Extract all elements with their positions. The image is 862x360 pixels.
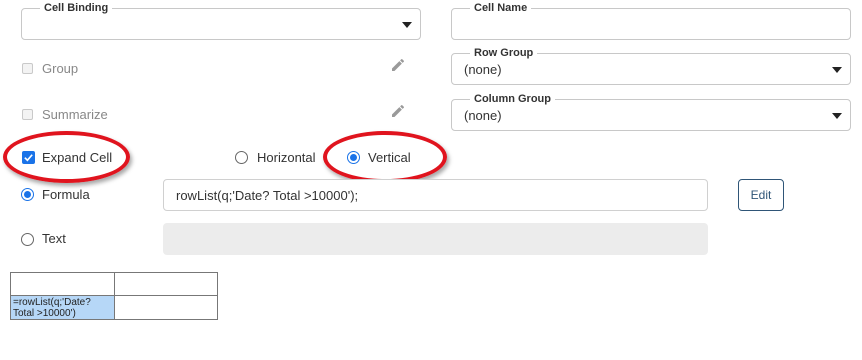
horizontal-radio[interactable] (235, 151, 248, 164)
edit-button[interactable]: Edit (738, 179, 784, 211)
cell-name-label: Cell Name (470, 1, 532, 15)
text-label: Text (42, 231, 66, 246)
cell-name-input[interactable]: Cell Name (451, 1, 851, 40)
row-group-select[interactable]: Row Group (none) (451, 46, 851, 85)
highlight-ellipse-vertical (323, 131, 447, 183)
row-group-label: Row Group (470, 46, 538, 60)
caret-down-icon (832, 67, 842, 73)
formula-label: Formula (42, 187, 90, 202)
column-group-value: (none) (464, 108, 502, 123)
summarize-label: Summarize (42, 107, 108, 122)
preview-cell[interactable] (10, 272, 115, 296)
cell-binding-select[interactable]: Cell Binding (21, 1, 421, 40)
cell-preview-grid: =rowList(q;'Date? Total >10000') (10, 272, 218, 320)
preview-cell[interactable] (114, 272, 218, 296)
pencil-icon[interactable] (390, 103, 406, 119)
preview-cell-text-overflow: Total >10000') (13, 308, 76, 319)
cell-binding-label: Cell Binding (40, 1, 113, 15)
highlight-ellipse-expand-cell (3, 131, 130, 183)
group-label: Group (42, 61, 79, 76)
caret-down-icon (832, 113, 842, 119)
row-group-value: (none) (464, 62, 502, 77)
column-group-label: Column Group (470, 92, 555, 106)
text-radio[interactable] (21, 233, 34, 246)
summarize-checkbox[interactable] (22, 109, 33, 120)
caret-down-icon (402, 22, 412, 28)
formula-radio[interactable] (21, 188, 34, 201)
column-group-select[interactable]: Column Group (none) (451, 92, 851, 131)
formula-value: rowList(q;'Date? Total >10000'); (176, 188, 359, 203)
horizontal-label: Horizontal (257, 150, 316, 165)
preview-cell[interactable] (114, 295, 218, 320)
group-checkbox[interactable] (22, 63, 33, 74)
formula-input[interactable]: rowList(q;'Date? Total >10000'); (163, 179, 708, 211)
preview-cell-text: =rowList(q;'Date? (13, 297, 91, 308)
pencil-icon[interactable] (390, 57, 406, 73)
text-input (163, 223, 708, 255)
preview-cell-selected[interactable]: =rowList(q;'Date? Total >10000') (10, 295, 115, 320)
